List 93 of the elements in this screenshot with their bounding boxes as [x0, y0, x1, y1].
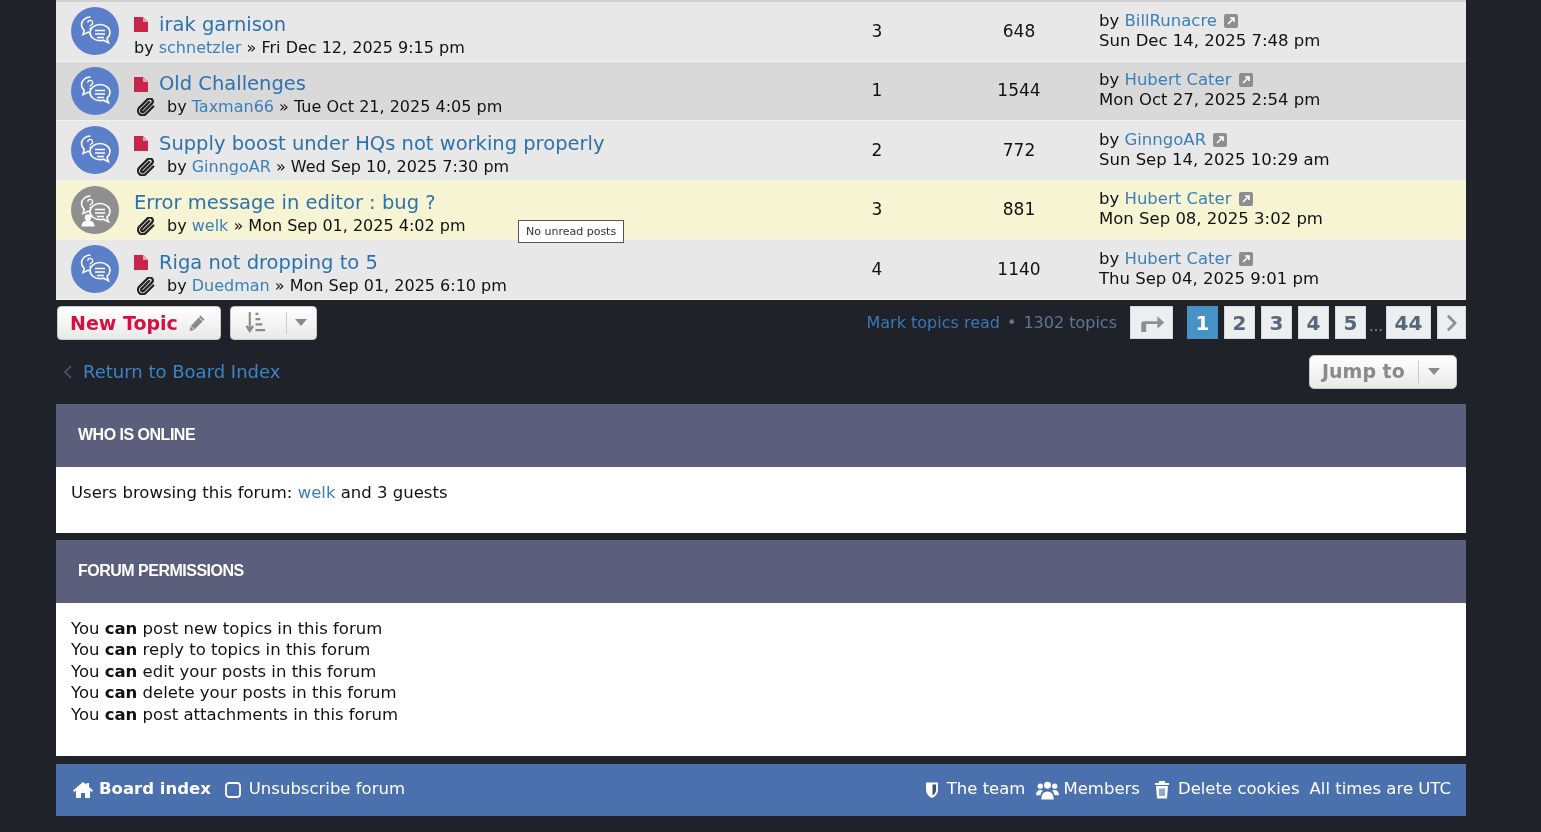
delete-cookies-link[interactable]: Delete cookies [1153, 777, 1300, 802]
last-post-author-text: by Hubert Cater [1099, 248, 1232, 269]
caret-icon [1427, 368, 1440, 375]
turn-right-arrow-icon [1138, 313, 1165, 332]
separator-dot: • [1006, 311, 1017, 334]
author-link[interactable]: GinngoAR [1124, 129, 1207, 149]
jump-to-button[interactable]: Jump to [1309, 354, 1457, 389]
return-link[interactable]: Return to Board Index [64, 358, 281, 385]
chevron-left-icon [64, 364, 72, 379]
mark-topics-read-link[interactable]: Mark topics read [866, 310, 1000, 335]
reply-count: 2 [871, 138, 883, 162]
shield-icon [924, 780, 939, 799]
permission-text: You can edit your posts in this forum [71, 660, 378, 682]
last-post-author-text: by Hubert Cater [1099, 189, 1232, 210]
last-post-time: Thu Sep 04, 2025 9:01 pm [1099, 268, 1321, 289]
view-count: 881 [1002, 198, 1036, 221]
section-title: WHO IS ONLINE [78, 425, 196, 445]
pencil-icon [187, 313, 206, 332]
topic-starter-text: by GinngoAR » Wed Sep 10, 2025 7:30 pm [167, 156, 510, 177]
topic-title-link[interactable]: Supply boost under HQs not working properly [159, 131, 605, 156]
sort-options-button[interactable] [229, 305, 317, 340]
document-icon[interactable] [134, 17, 148, 32]
last-post-time: Mon Sep 08, 2025 3:02 pm [1099, 209, 1324, 230]
section-title: FORUM PERMISSIONS [78, 561, 244, 581]
document-icon[interactable] [134, 255, 148, 270]
topic-starter-text: by Duedman » Mon Sep 01, 2025 6:10 pm [167, 275, 507, 296]
author-link[interactable]: Hubert Cater [1124, 70, 1232, 90]
author-link[interactable]: Taxman66 [191, 97, 274, 116]
arrow-square-icon[interactable] [1238, 251, 1253, 266]
last-post-author-text: by GinngoAR [1099, 129, 1207, 150]
board-index-link[interactable]: Board index [73, 777, 211, 802]
author-link[interactable]: GinngoAR [191, 156, 271, 176]
next-page-button[interactable] [1437, 306, 1466, 339]
reply-count: 1 [871, 79, 883, 102]
new-topic-button[interactable]: New Topic [57, 305, 221, 340]
page-number-button[interactable]: 4 [1298, 306, 1329, 339]
members-link[interactable]: Members [1036, 777, 1140, 802]
square-outline-icon [224, 781, 241, 798]
document-icon[interactable] [134, 136, 148, 151]
page-number-button[interactable]: 5 [1335, 306, 1366, 339]
last-post-time: Sun Dec 14, 2025 7:48 pm [1099, 30, 1322, 51]
author-link[interactable]: Duedman [191, 275, 270, 295]
author-link[interactable]: schnetzler [158, 37, 242, 57]
users-icon [1036, 779, 1060, 800]
author-link[interactable]: Hubert Cater [1124, 248, 1232, 268]
arrow-square-icon[interactable] [1213, 132, 1228, 147]
sort-icon [244, 311, 266, 334]
user-link[interactable]: welk [297, 482, 336, 502]
topic-title-link[interactable]: Old Challenges [159, 72, 306, 96]
online-users-text: Users browsing this forum: welk and 3 guests [71, 481, 449, 504]
page-number-button[interactable]: 3 [1261, 306, 1292, 339]
topic-count: 1302 topics [1023, 311, 1117, 334]
caret-icon [294, 319, 307, 326]
last-post-time: Mon Oct 27, 2025 2:54 pm [1099, 90, 1322, 111]
arrow-square-icon[interactable] [1238, 73, 1253, 88]
topic-title-link[interactable]: Riga not dropping to 5 [159, 250, 378, 275]
topic-starter-text: by schnetzler » Fri Dec 12, 2025 9:15 pm [134, 37, 465, 58]
arrow-square-icon[interactable] [1238, 192, 1253, 207]
last-post-author-text: by Hubert Cater [1099, 70, 1232, 91]
topic-title-link[interactable]: irak garnison [159, 12, 287, 37]
arrow-square-icon[interactable] [1223, 13, 1238, 28]
view-count: 772 [1002, 138, 1036, 162]
topic-starter-text: by welk » Mon Sep 01, 2025 4:02 pm [167, 216, 466, 236]
timezone-text: All times are UTC [1309, 778, 1451, 801]
page-number-button[interactable]: 2 [1224, 306, 1255, 339]
unsubscribe-link[interactable]: Unsubscribe forum [224, 777, 405, 802]
permission-text: You can reply to topics in this forum [71, 639, 372, 661]
page-jump-button[interactable] [1130, 306, 1173, 339]
reply-count: 3 [871, 19, 883, 43]
author-link[interactable]: Hubert Cater [1124, 189, 1232, 209]
view-count: 648 [1002, 19, 1036, 43]
topic-title-link[interactable]: Error message in editor : bug ? [134, 191, 436, 215]
view-count: 1544 [997, 79, 1041, 102]
permission-text: You can delete your posts in this forum [71, 682, 398, 704]
permission-text: You can post attachments in this forum [71, 703, 400, 725]
page-number-button[interactable]: 44 [1386, 306, 1431, 339]
last-post-author-text: by BillRunacre [1099, 10, 1217, 31]
reply-count: 4 [871, 257, 883, 281]
author-link[interactable]: welk [191, 216, 229, 235]
trash-icon [1153, 780, 1170, 799]
page-number-button[interactable]: 1 [1187, 306, 1218, 339]
chevron-right-icon [1446, 313, 1457, 332]
topic-starter-text: by Taxman66 » Tue Oct 21, 2025 4:05 pm [167, 97, 503, 117]
view-count: 1140 [997, 257, 1041, 281]
tooltip: No unread posts [518, 219, 625, 243]
permission-text: You can post new topics in this forum [71, 617, 384, 639]
ellipsis-text: … [1369, 317, 1383, 336]
last-post-time: Sun Sep 14, 2025 10:29 am [1099, 149, 1331, 170]
team-link[interactable]: The team [924, 777, 1026, 802]
document-icon[interactable] [134, 76, 148, 92]
reply-count: 3 [871, 198, 883, 221]
author-link[interactable]: BillRunacre [1124, 10, 1217, 30]
home-icon [73, 780, 93, 799]
